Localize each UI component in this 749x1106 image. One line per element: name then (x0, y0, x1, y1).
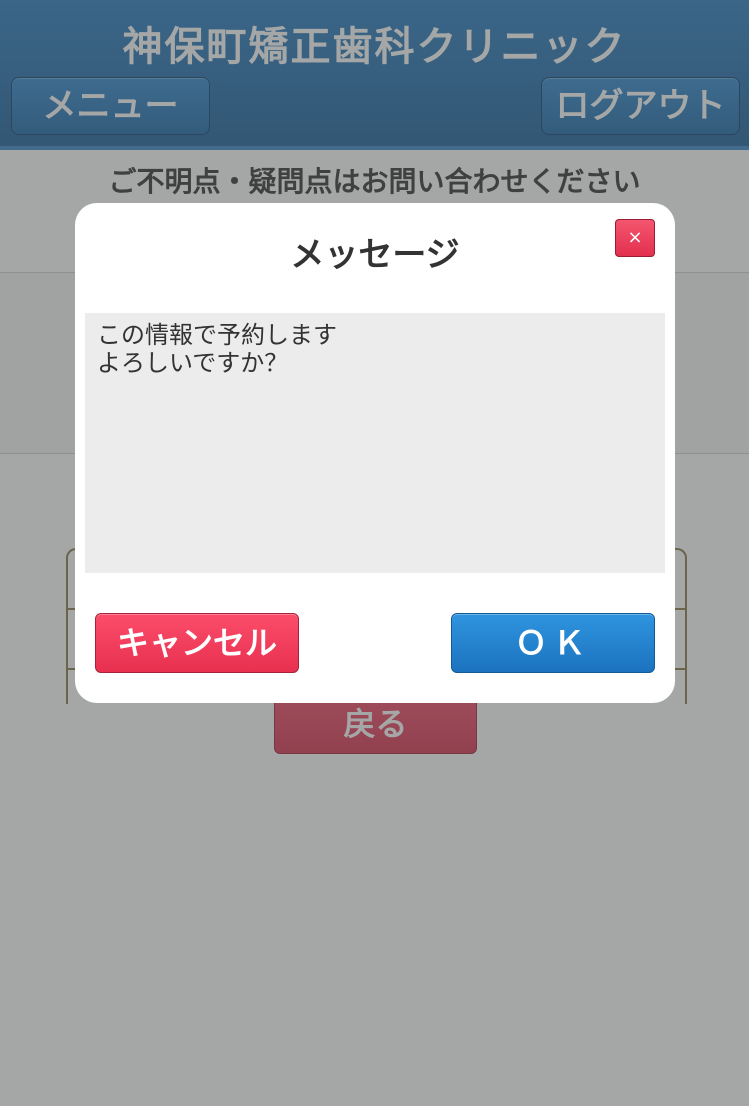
close-icon[interactable]: × (615, 219, 655, 257)
dialog-title: メッセージ (290, 235, 460, 275)
message-line: この情報で予約します (97, 321, 337, 349)
confirm-dialog: メッセージ × この情報で予約します よろしいですか？ キャンセル ＯＫ (75, 203, 675, 703)
message-line: よろしいですか？ (97, 349, 289, 377)
cancel-button[interactable]: キャンセル (95, 613, 299, 673)
ok-button[interactable]: ＯＫ (451, 613, 655, 673)
message-box: この情報で予約します よろしいですか？ (85, 313, 665, 573)
page: 神保町矯正歯科クリニック メニュー ログアウト ご不明点・疑問点はお問い合わせく… (0, 0, 749, 1106)
